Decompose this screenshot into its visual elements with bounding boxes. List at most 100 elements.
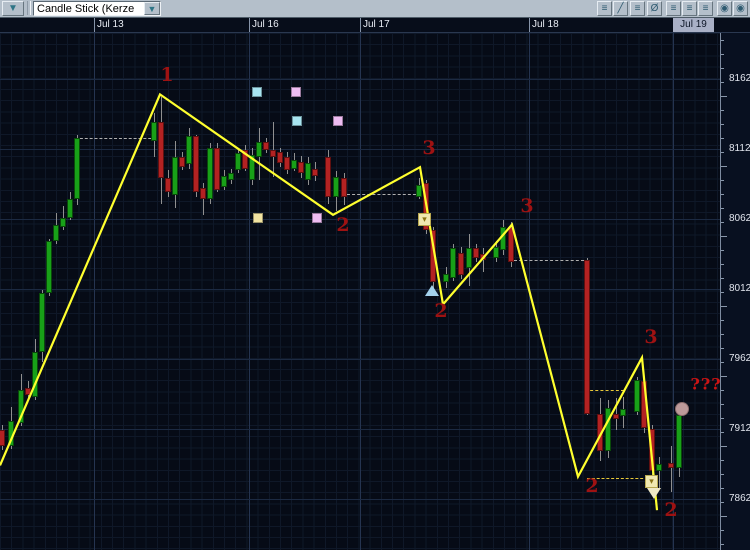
price-tick <box>721 207 724 209</box>
price-axis[interactable]: 8162 8112 8062 8012 7962 7912 7862 <box>720 33 750 550</box>
grid-line-vertical <box>673 33 674 550</box>
price-tick <box>721 95 727 97</box>
price-label: 8062 <box>729 213 750 224</box>
wave-count-label: 2 <box>664 499 678 522</box>
wave-count-label: 3 <box>422 136 436 159</box>
price-tick <box>721 165 727 167</box>
price-tick <box>721 67 724 69</box>
pattern-circle-2-icon: ◉ <box>736 3 745 14</box>
price-tick <box>721 515 727 517</box>
candle <box>620 409 626 417</box>
no-draw-button[interactable]: Ø <box>647 1 662 16</box>
candle <box>613 413 619 420</box>
price-tick <box>721 81 724 83</box>
candle <box>284 157 290 170</box>
candle <box>333 177 339 197</box>
price-tick <box>721 249 724 251</box>
day-label: Jul 18 <box>532 19 559 30</box>
candle <box>214 147 220 190</box>
day-separator <box>94 18 95 32</box>
price-label: 7862 <box>729 493 750 504</box>
price-tick <box>721 235 727 237</box>
candle <box>649 429 655 471</box>
price-tick <box>721 487 724 489</box>
wave-count-label: 3 <box>644 325 658 348</box>
candle <box>656 464 662 471</box>
price-tick <box>721 389 724 391</box>
day-label: Jul 13 <box>97 19 124 30</box>
price-label: 7962 <box>729 353 750 364</box>
dashed-row-1-button[interactable]: ≡ <box>666 1 681 16</box>
candle <box>242 150 248 169</box>
sell-flag-marker: ▾ <box>418 213 431 226</box>
no-draw-icon: Ø <box>650 3 659 14</box>
day-label: Jul 16 <box>252 19 279 30</box>
pattern-circle-1-button[interactable]: ◉ <box>717 1 732 16</box>
price-tick <box>721 529 724 531</box>
pattern-circle-1-icon: ◉ <box>720 3 729 14</box>
nav-dropdown-button[interactable]: ▼ <box>2 1 24 16</box>
candle <box>74 137 80 200</box>
price-tick <box>721 137 724 139</box>
price-tick <box>721 375 727 377</box>
price-tick <box>721 221 724 223</box>
chart-type-value: Candle Stick (Kerze <box>37 3 135 15</box>
chevron-down-icon[interactable]: ▼ <box>144 2 160 15</box>
date-axis[interactable]: Jul 13 Jul 16 Jul 17 Jul 18 Jul 19 <box>0 18 750 33</box>
dashed-row-2-button[interactable]: ≡ <box>682 1 697 16</box>
dashed-level-line <box>514 259 584 261</box>
candle <box>500 227 506 250</box>
candle <box>508 227 514 263</box>
candle <box>298 161 304 173</box>
toolbar: ▼ Candle Stick (Kerze ▼ ≡ ╱ ≡ Ø ≡ ≡ ≡ ◉ ◉ <box>0 0 750 18</box>
price-tick <box>721 39 724 41</box>
price-tick <box>721 431 724 433</box>
candle <box>473 248 479 259</box>
grid-line-horizontal <box>0 429 720 430</box>
chart-type-combobox[interactable]: Candle Stick (Kerze ▼ <box>33 1 161 16</box>
dashed-level-line <box>75 137 161 139</box>
price-tick <box>721 543 724 545</box>
candle <box>256 142 262 158</box>
grid-line-horizontal <box>0 359 720 360</box>
signal-square-marker <box>291 86 301 97</box>
candle <box>291 160 297 169</box>
dash-style-button[interactable]: ≡ <box>630 1 645 16</box>
candle <box>668 462 674 469</box>
signal-square-marker <box>312 212 322 223</box>
dashed-level-line <box>585 389 624 391</box>
signal-square-marker <box>292 116 302 126</box>
price-tick <box>721 347 724 349</box>
chart-plot-area[interactable]: ▾ ▾ 1 2 3 2 3 2 3 2 <box>0 33 720 550</box>
candle <box>263 142 269 151</box>
candle <box>172 157 178 196</box>
candle <box>32 352 38 397</box>
candle <box>165 178 171 193</box>
dash-lines-icon: ≡ <box>601 3 608 14</box>
trendline-button[interactable]: ╱ <box>613 1 628 16</box>
price-label: 8112 <box>729 143 750 154</box>
dashed-row-3-button[interactable]: ≡ <box>698 1 713 16</box>
price-tick <box>721 361 724 363</box>
candle <box>8 420 14 446</box>
price-label: 7912 <box>729 423 750 434</box>
dash-lines-button[interactable]: ≡ <box>597 1 612 16</box>
candle <box>325 157 331 197</box>
wave-count-label: 2 <box>585 475 599 498</box>
wave-count-label: 3 <box>520 195 534 218</box>
price-tick <box>721 151 724 153</box>
grid-line-vertical <box>94 33 95 550</box>
candle <box>221 175 227 187</box>
day-separator <box>360 18 361 32</box>
candle <box>305 163 311 180</box>
pattern-circle-2-button[interactable]: ◉ <box>733 1 748 16</box>
dashed-level-line <box>347 193 421 195</box>
candle <box>443 273 449 282</box>
price-tick <box>721 445 727 447</box>
candle <box>235 153 241 170</box>
price-tick <box>721 193 724 195</box>
price-tick <box>721 403 724 405</box>
day-separator <box>529 18 530 32</box>
candle <box>200 188 206 200</box>
candle <box>430 230 436 282</box>
